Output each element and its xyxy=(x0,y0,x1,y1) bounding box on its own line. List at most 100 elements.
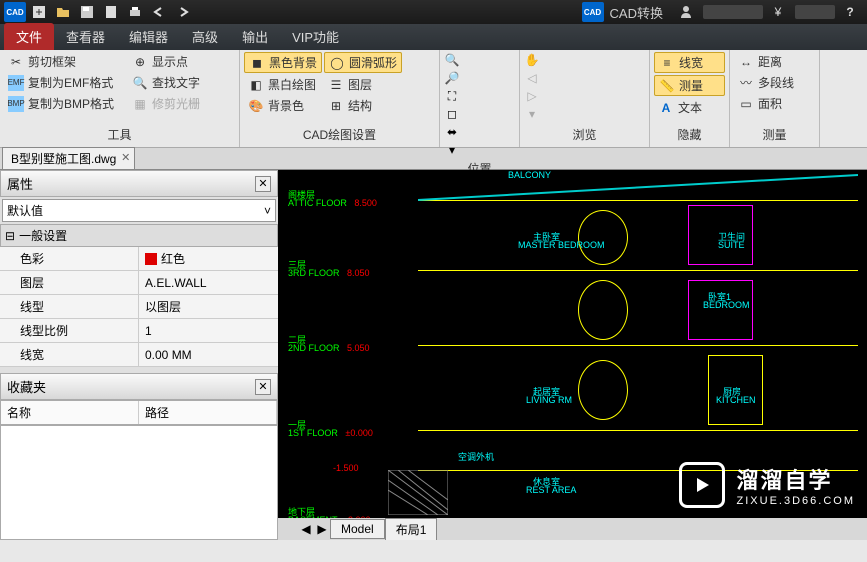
properties-grid: 色彩 红色 图层A.EL.WALL 线型以图层 线型比例1 线宽0.00 MM xyxy=(0,247,278,367)
nav-left-icon[interactable]: ◁ xyxy=(524,70,540,86)
label-master-en: MASTER BEDROOM xyxy=(518,240,605,250)
cad-convert-label[interactable]: CAD转换 xyxy=(610,3,663,22)
favorites-close-button[interactable]: ✕ xyxy=(255,379,271,395)
label-bedroom-en: BEDROOM xyxy=(703,300,750,310)
color-swatch xyxy=(145,253,157,265)
smooth-arc-button[interactable]: ◯圆滑弧形 xyxy=(324,52,402,73)
zoom-window-icon[interactable]: ◻ xyxy=(444,106,460,122)
fit-icon[interactable]: ⛶ xyxy=(444,88,460,104)
default-dropdown[interactable]: 默认值 ˅ xyxy=(2,199,276,222)
label-balcony: BALCONY xyxy=(508,170,551,180)
blurred-area xyxy=(703,5,763,19)
tab-file[interactable]: 文件 xyxy=(4,23,54,50)
redo-icon[interactable] xyxy=(172,2,194,22)
browse-group-label: 浏览 xyxy=(524,124,645,145)
undo-icon[interactable] xyxy=(148,2,170,22)
layout-tabs: ◀ ▶ Model 布局1 xyxy=(278,518,867,540)
structure-button[interactable]: ⊞结构 xyxy=(324,96,402,115)
copy-bmp-button[interactable]: BMP复制为BMP格式 xyxy=(4,94,118,113)
text-button[interactable]: A文本 xyxy=(654,98,725,117)
tools-group-label: 工具 xyxy=(4,124,235,145)
layout1-tab[interactable]: 布局1 xyxy=(385,518,438,541)
crop-frame-button[interactable]: ✂剪切框架 xyxy=(4,52,118,71)
fav-col-path[interactable]: 路径 xyxy=(139,401,277,424)
ruler-icon: 📏 xyxy=(659,78,675,94)
app-badge: CAD xyxy=(4,2,26,22)
bg-color-button[interactable]: 🎨背景色 xyxy=(244,96,322,115)
watermark: 溜溜自学 ZIXUE.3D66.COM xyxy=(679,462,855,508)
label-ac: 空调外机 xyxy=(458,450,494,463)
title-bar: CAD CAD CAD转换 ¥ ? xyxy=(0,0,867,24)
zoom-out-icon[interactable]: 🔎 xyxy=(444,70,460,86)
cad-settings-group-label: CAD绘图设置 xyxy=(244,124,435,145)
tab-nav-right-icon[interactable]: ▶ xyxy=(314,522,330,536)
bgcolor-icon: 🎨 xyxy=(248,98,264,114)
arc-icon: ◯ xyxy=(329,55,345,71)
prop-row-scale[interactable]: 线型比例1 xyxy=(0,319,278,343)
lineweight-button[interactable]: ≡线宽 xyxy=(654,52,725,73)
tab-vip[interactable]: VIP功能 xyxy=(280,23,351,50)
properties-title: 属性 ✕ xyxy=(0,170,278,197)
hide-group-label: 隐藏 xyxy=(654,124,725,145)
document-tab-label: B型别墅施工图.dwg xyxy=(11,152,116,166)
prop-row-lineweight[interactable]: 线宽0.00 MM xyxy=(0,343,278,367)
chevron-down-icon: ˅ xyxy=(264,204,271,218)
general-settings-header[interactable]: ⊟ 一般设置 xyxy=(0,224,278,247)
prop-row-linetype[interactable]: 线型以图层 xyxy=(0,295,278,319)
menu-tabs: 文件 查看器 编辑器 高级 输出 VIP功能 xyxy=(0,24,867,50)
emf-icon: EMF xyxy=(8,75,24,91)
tab-output[interactable]: 输出 xyxy=(230,23,280,50)
layer-button[interactable]: ☰图层 xyxy=(324,75,402,94)
show-points-button[interactable]: ⊕显示点 xyxy=(128,52,204,71)
label-suite-en: SUITE xyxy=(718,240,745,250)
new-icon[interactable] xyxy=(28,2,50,22)
black-bg-button[interactable]: ◼黑色背景 xyxy=(244,52,322,73)
fix-raster-button[interactable]: ▦修剪光栅 xyxy=(128,94,204,113)
distance-button[interactable]: ↔距离 xyxy=(734,52,815,71)
points-icon: ⊕ xyxy=(132,54,148,70)
zoom-in-icon[interactable]: 🔍 xyxy=(444,52,460,68)
help-icon[interactable]: ? xyxy=(839,2,861,22)
label-kitchen-en: KITCHEN xyxy=(716,395,756,405)
drawing-canvas[interactable]: BALCONY 阁楼层 ATTIC FLOOR 8.500 主卧室 MASTER… xyxy=(278,170,867,540)
play-icon xyxy=(679,462,725,508)
model-tab[interactable]: Model xyxy=(330,519,385,539)
find-text-button[interactable]: 🔍查找文字 xyxy=(128,73,204,92)
close-icon[interactable]: ✕ xyxy=(121,151,130,164)
polyline-icon: 〰 xyxy=(738,75,754,91)
open-icon[interactable] xyxy=(52,2,74,22)
properties-close-button[interactable]: ✕ xyxy=(255,176,271,192)
pan-icon[interactable]: ⬌ xyxy=(444,124,460,140)
bw-icon: ◧ xyxy=(248,77,264,93)
print-icon[interactable] xyxy=(124,2,146,22)
user-icon[interactable] xyxy=(675,2,697,22)
prop-row-layer[interactable]: 图层A.EL.WALL xyxy=(0,271,278,295)
ribbon: ✂剪切框架 EMF复制为EMF格式 BMP复制为BMP格式 ⊕显示点 🔍查找文字… xyxy=(0,50,867,148)
nav-drop-icon[interactable]: ▾ xyxy=(524,106,540,122)
fav-col-name[interactable]: 名称 xyxy=(1,401,139,424)
tab-editor[interactable]: 编辑器 xyxy=(117,23,180,50)
document-tab[interactable]: B型别墅施工图.dwg ✕ xyxy=(2,147,135,169)
collapse-icon: ⊟ xyxy=(5,229,15,243)
area-button[interactable]: ▭面积 xyxy=(734,94,815,113)
bw-draw-button[interactable]: ◧黑白绘图 xyxy=(244,75,322,94)
currency-icon[interactable]: ¥ xyxy=(767,2,789,22)
measure-group-label: 测量 xyxy=(734,124,815,145)
distance-icon: ↔ xyxy=(738,54,754,70)
favorites-body[interactable] xyxy=(0,425,278,540)
nav-right-icon[interactable]: ▷ xyxy=(524,88,540,104)
label-living-en: LIVING RM xyxy=(526,395,572,405)
hand-icon[interactable]: ✋ xyxy=(524,52,540,68)
chevron-down-icon[interactable]: ▾ xyxy=(444,142,460,158)
copy-emf-button[interactable]: EMF复制为EMF格式 xyxy=(4,73,118,92)
tab-nav-left-icon[interactable]: ◀ xyxy=(298,522,314,536)
polyline-button[interactable]: 〰多段线 xyxy=(734,73,815,92)
text-icon: A xyxy=(658,100,674,116)
pdf-icon[interactable] xyxy=(100,2,122,22)
structure-icon: ⊞ xyxy=(328,98,344,114)
tab-advanced[interactable]: 高级 xyxy=(180,23,230,50)
tab-viewer[interactable]: 查看器 xyxy=(54,23,117,50)
measure-toggle-button[interactable]: 📏测量 xyxy=(654,75,725,96)
save-icon[interactable] xyxy=(76,2,98,22)
prop-row-color[interactable]: 色彩 红色 xyxy=(0,247,278,271)
